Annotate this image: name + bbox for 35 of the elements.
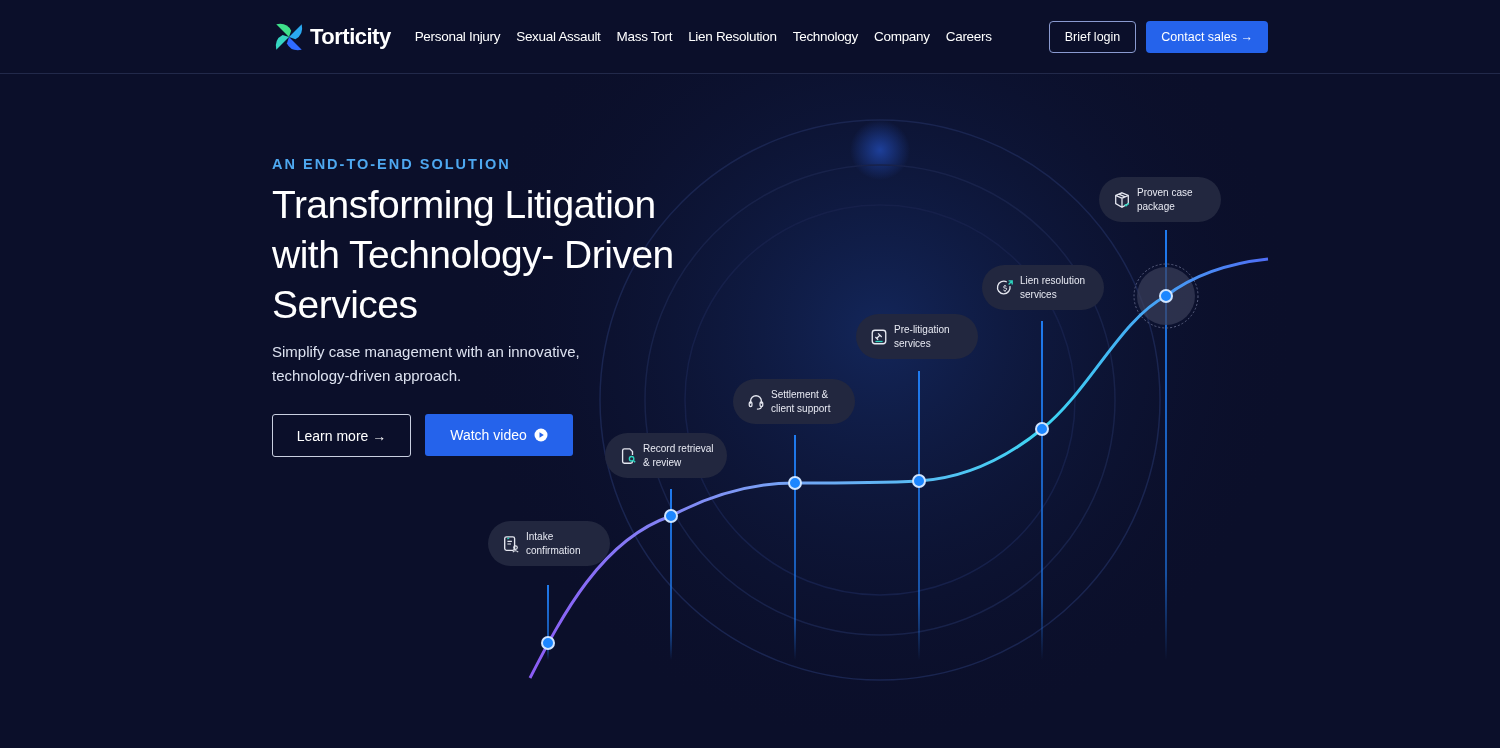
timeline-dot (788, 476, 802, 490)
step-label: Settlement & client support (771, 387, 832, 416)
nav-link[interactable]: Careers (945, 29, 992, 44)
step-label: Record retrieval & review (643, 441, 715, 470)
step-label: Intake confirmation (526, 529, 582, 558)
step-label: Proven case package (1137, 185, 1194, 214)
document-icon (502, 534, 520, 553)
headset-icon (747, 392, 765, 411)
nav-link[interactable]: Sexual Assault (516, 29, 601, 44)
timeline-dot (1035, 422, 1049, 436)
watch-video-button[interactable]: Watch video (425, 414, 573, 456)
timeline-dot (541, 636, 555, 650)
timeline-dot (664, 509, 678, 523)
learn-more-button[interactable]: Learn more → (272, 414, 411, 457)
nav-link[interactable]: Mass Tort (616, 29, 673, 44)
nav-link[interactable]: Personal Injury (414, 29, 501, 44)
eyebrow-text: AN END-TO-END SOLUTION (272, 156, 512, 172)
brand-name[interactable]: Torticity (310, 23, 391, 50)
step-label: Pre-litigation services (894, 322, 951, 351)
dollar-icon (996, 278, 1014, 297)
gavel-icon (870, 327, 888, 346)
hero-heading: Transforming Litigation with Technology- Driven Services (272, 182, 675, 328)
nav-link[interactable]: Technology (792, 29, 859, 44)
step-label: Lien resolution services (1020, 273, 1087, 302)
timeline-dot (1159, 289, 1173, 303)
contact-sales-button[interactable]: Contact sales → (1146, 20, 1268, 53)
login-button[interactable]: Brief login (1048, 20, 1137, 53)
file-search-icon (619, 446, 637, 465)
glow-orb (850, 120, 910, 180)
nav-link[interactable]: Company (874, 29, 930, 44)
box-icon (1113, 190, 1131, 209)
timeline-dot (912, 474, 926, 488)
nav-link[interactable]: Lien Resolution (688, 29, 777, 44)
play-icon (533, 428, 548, 442)
hero-subtitle: Simplify case management with an innovative, technology-driven approach. (272, 342, 581, 386)
